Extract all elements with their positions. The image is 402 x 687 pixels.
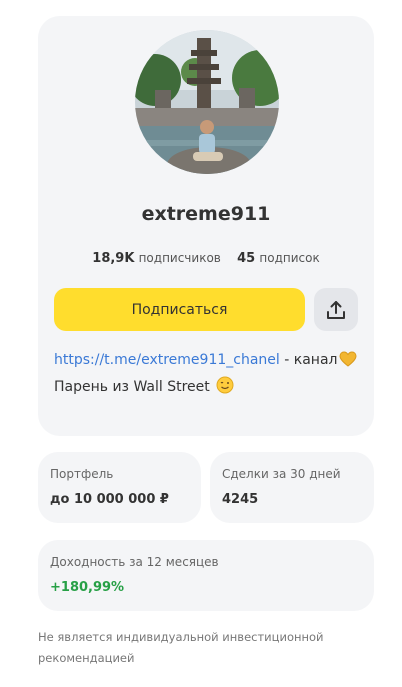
bio: https://t.me/extreme911_chanel - канал П…	[54, 348, 366, 402]
portfolio-card[interactable]: Портфель до 10 000 000 ₽	[38, 452, 201, 523]
bio-text: Парень из Wall Street	[54, 379, 215, 395]
share-button[interactable]	[314, 288, 358, 331]
yield-value: +180,99%	[50, 580, 125, 595]
yield-card[interactable]: Доходность за 12 месяцев +180,99%	[38, 540, 374, 611]
deals-value: 4245	[222, 492, 259, 507]
portfolio-value: до 10 000 000 ₽	[50, 492, 169, 507]
heart-emoji	[339, 351, 357, 375]
bio-line-1: https://t.me/extreme911_chanel - канал	[54, 348, 366, 375]
disclaimer: Не является индивидуальной инвестиционно…	[38, 630, 324, 665]
subscribe-button[interactable]: Подписаться	[54, 288, 305, 331]
portfolio-label: Портфель	[50, 467, 114, 481]
profile-card: extreme911 18,9K подписчиков 45 подписок…	[38, 16, 374, 436]
follow-stats: 18,9K подписчиков 45 подписок	[38, 251, 374, 266]
share-upload-icon	[327, 300, 345, 319]
deals-label: Сделки за 30 дней	[222, 467, 341, 481]
subscribers-label[interactable]: подписчиков	[139, 251, 221, 265]
bio-channel-text: - канал	[279, 352, 338, 368]
avatar[interactable]	[135, 30, 279, 174]
username: extreme911	[141, 203, 271, 225]
bio-line-2: Парень из Wall Street	[54, 375, 366, 402]
smile-emoji	[216, 376, 234, 402]
deals-card[interactable]: Сделки за 30 дней 4245	[210, 452, 374, 523]
yield-label: Доходность за 12 месяцев	[50, 555, 219, 569]
subscriptions-label[interactable]: подписок	[259, 251, 319, 265]
subscriptions-count[interactable]: 45	[237, 251, 255, 266]
telegram-link[interactable]: https://t.me/extreme911_chanel	[54, 352, 280, 368]
profile-photo	[135, 30, 279, 174]
subscribers-count[interactable]: 18,9K	[92, 251, 134, 266]
